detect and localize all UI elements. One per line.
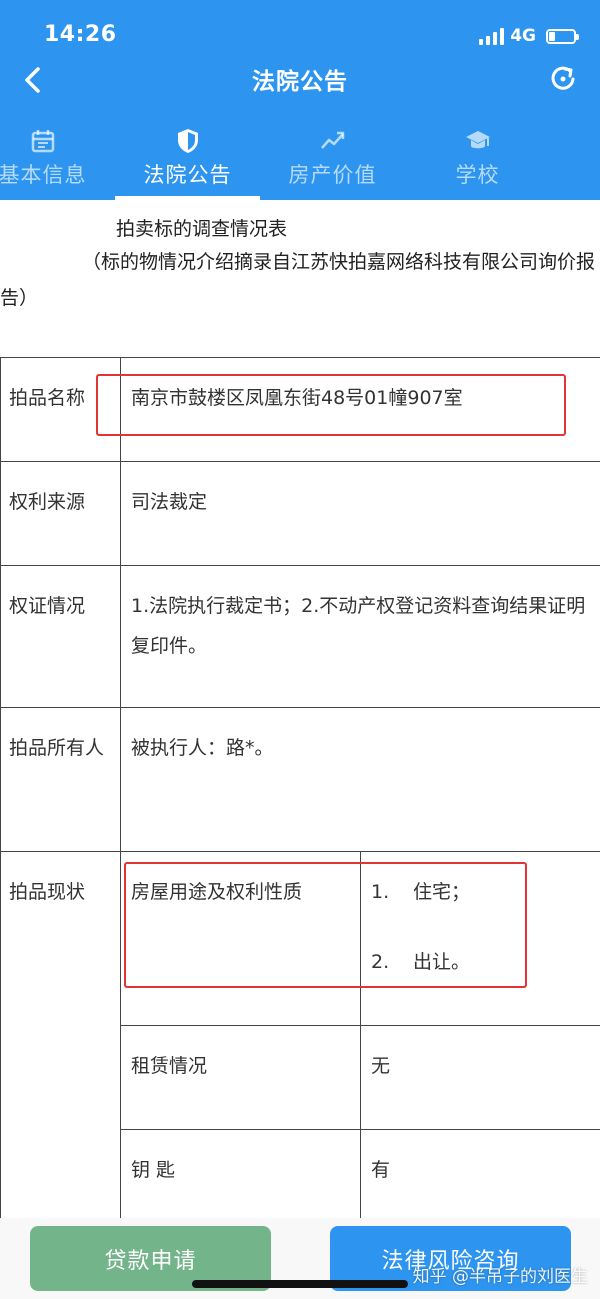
- row-value-key: 有: [360, 1129, 600, 1218]
- tab-label: 基本信息: [0, 163, 87, 187]
- tab-court-notice[interactable]: 法院公告: [115, 122, 260, 200]
- row-label-rights-source: 权利来源: [0, 461, 121, 566]
- row-label-status: 拍品现状: [0, 851, 121, 1218]
- refresh-button[interactable]: [546, 62, 580, 96]
- status-indicators: 4G: [479, 24, 579, 48]
- home-indicator[interactable]: [192, 1280, 408, 1288]
- auction-survey-table: 拍品名称 南京市鼓楼区凤凰东街48号01幢907室 权利来源 司法裁定 权证情况…: [0, 357, 600, 1218]
- table-row: 拍品所有人 被执行人：路*。: [0, 707, 600, 852]
- document-title: 拍卖标的调查情况表: [116, 218, 288, 240]
- nav-bar: 法院公告: [0, 52, 600, 106]
- row-label-owner: 拍品所有人: [0, 707, 121, 852]
- signal-icon: [479, 27, 505, 45]
- bottom-action-bar: 贷款申请 法律风险咨询 知乎 @半吊子的刘医生: [0, 1218, 600, 1299]
- watermark-text: 知乎 @半吊子的刘医生: [412, 1267, 588, 1287]
- app-header: 14:26 4G 法院公告 基本信息 法院公告 房产价值 学校: [0, 0, 600, 200]
- row-value-owner: 被执行人：路*。: [120, 707, 600, 852]
- graduation-cap-icon: [465, 131, 490, 149]
- usage-item: 1. 住宅；: [371, 881, 471, 903]
- shield-icon: [177, 129, 198, 153]
- notice-content[interactable]: 拍卖标的调查情况表 （标的物情况介绍摘录自江苏快拍嘉网络科技有限公司询价报告） …: [0, 200, 600, 1218]
- row-value-item-name: 南京市鼓楼区凤凰东街48号01幢907室: [120, 357, 600, 462]
- row-value-certificate: 1.法院执行裁定书；2.不动产权登记资料查询结果证明复印件。: [120, 565, 600, 708]
- table-row: 权证情况 1.法院执行裁定书；2.不动产权登记资料查询结果证明复印件。: [0, 565, 600, 708]
- tab-property-value[interactable]: 房产价值: [260, 122, 405, 200]
- network-type: 4G: [510, 26, 536, 46]
- tab-bar: 基本信息 法院公告 房产价值 学校: [0, 122, 600, 200]
- calendar-icon: [31, 130, 54, 153]
- document-note: （标的物情况介绍摘录自江苏快拍嘉网络科技有限公司询价报告）: [0, 251, 596, 309]
- table-row: 拍品名称 南京市鼓楼区凤凰东街48号01幢907室: [0, 357, 600, 462]
- status-time: 14:26: [44, 22, 117, 47]
- usage-item: 2. 出让。: [371, 951, 471, 973]
- table-row: 拍品现状 房屋用途及权利性质 1. 住宅； 2. 出让。: [0, 851, 600, 1218]
- table-row: 权利来源 司法裁定: [0, 461, 600, 566]
- battery-icon: [546, 28, 579, 44]
- row-label-certificate: 权证情况: [0, 565, 121, 708]
- tab-label: 房产价值: [288, 163, 377, 187]
- tab-label: 学校: [455, 163, 500, 187]
- row-label-key: 钥 匙: [120, 1129, 361, 1218]
- tab-school[interactable]: 学校: [405, 122, 550, 200]
- row-value-usage: 1. 住宅； 2. 出让。: [360, 851, 600, 1026]
- page-title: 法院公告: [252, 69, 348, 95]
- row-value-lease: 无: [360, 1025, 600, 1130]
- refresh-icon: [551, 66, 575, 90]
- tab-basic-info[interactable]: 基本信息: [0, 122, 115, 200]
- row-label-item-name: 拍品名称: [0, 357, 121, 462]
- row-value-rights-source: 司法裁定: [120, 461, 600, 566]
- tab-label: 法院公告: [143, 163, 232, 187]
- row-label-lease: 租赁情况: [120, 1025, 361, 1130]
- trend-up-icon: [320, 131, 344, 149]
- battery-level: [549, 31, 555, 41]
- row-label-usage: 房屋用途及权利性质: [120, 851, 361, 1026]
